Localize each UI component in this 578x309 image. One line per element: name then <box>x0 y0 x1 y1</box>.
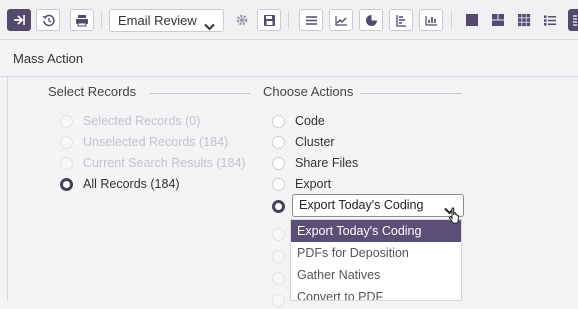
choose-actions-legend: Choose Actions <box>263 84 354 99</box>
export-type-select-value: Export Today's Coding <box>299 198 424 212</box>
bar-chart-icon[interactable] <box>419 9 443 31</box>
hand-cursor-icon <box>448 207 462 229</box>
radio-button[interactable] <box>272 199 285 213</box>
view-select-value: Email Review <box>118 13 197 28</box>
select-records-legend: Select Records <box>48 84 137 99</box>
radio-label: Current Search Results (184) <box>83 156 246 170</box>
two-pane-icon[interactable] <box>486 9 510 31</box>
toolbar: Email Review <box>0 0 578 40</box>
radio-button[interactable] <box>272 156 285 170</box>
list-view-icon[interactable] <box>299 9 323 31</box>
radio-button <box>272 227 285 241</box>
radio-unselected-records: Unselected Records (184) <box>60 133 228 151</box>
chevron-down-icon <box>204 16 215 37</box>
radio-all-records[interactable]: All Records (184) <box>60 175 180 193</box>
radio-cluster[interactable]: Cluster <box>272 133 335 151</box>
grid-pane-icon[interactable] <box>512 9 536 31</box>
pie-chart-icon[interactable] <box>359 9 383 31</box>
bullet-list-icon[interactable] <box>538 9 562 31</box>
navigate-arrow-icon[interactable] <box>7 9 31 31</box>
panel-header: Mass Action <box>0 41 578 77</box>
radio-label: Cluster <box>295 135 335 149</box>
radio-label: Unselected Records (184) <box>83 135 229 149</box>
dropdown-item[interactable]: Gather Natives <box>291 264 461 286</box>
radio-button[interactable] <box>272 114 285 128</box>
dropdown-item[interactable]: PDFs for Deposition <box>291 242 461 264</box>
radio-button[interactable] <box>272 135 285 149</box>
dropdown-item[interactable]: Convert to PDF <box>291 286 461 300</box>
radio-button <box>272 271 285 285</box>
page-title: Mass Action <box>13 51 84 66</box>
radio-label: Export <box>295 177 332 191</box>
radio-label: Code <box>295 114 325 128</box>
radio-share-files[interactable]: Share Files <box>272 154 358 172</box>
divider <box>360 93 462 94</box>
mass-action-panel: Select Records Selected Records (0) Unse… <box>0 77 578 307</box>
radio-label: Selected Records (0) <box>83 114 201 128</box>
radio-button <box>272 293 285 307</box>
radio-code[interactable]: Code <box>272 112 325 130</box>
radio-button <box>60 156 73 170</box>
view-select[interactable]: Email Review <box>109 9 224 32</box>
line-chart-icon[interactable] <box>329 9 353 31</box>
print-icon[interactable] <box>70 9 94 31</box>
history-icon[interactable] <box>36 9 60 31</box>
export-type-select[interactable]: Export Today's Coding <box>292 194 464 217</box>
radio-button <box>60 114 73 128</box>
radio-button <box>60 135 73 149</box>
radio-button[interactable] <box>272 177 285 191</box>
report-icon[interactable] <box>389 9 413 31</box>
radio-label: Share Files <box>295 156 359 170</box>
radio-button[interactable] <box>60 177 73 191</box>
radio-selected-records: Selected Records (0) <box>60 112 200 130</box>
radio-button <box>272 249 285 263</box>
radio-label: All Records (184) <box>83 177 180 191</box>
gear-icon[interactable] <box>230 9 254 31</box>
save-icon[interactable] <box>257 9 281 31</box>
dropdown-item[interactable]: Export Today's Coding <box>291 220 461 242</box>
export-type-dropdown-list: Export Today's Coding PDFs for Depositio… <box>290 219 462 301</box>
single-pane-icon[interactable] <box>460 9 484 31</box>
radio-current-search-results: Current Search Results (184) <box>60 154 246 172</box>
radio-export[interactable]: Export <box>272 175 331 193</box>
divider <box>150 93 250 94</box>
panel-toggle-button[interactable] <box>568 9 578 31</box>
